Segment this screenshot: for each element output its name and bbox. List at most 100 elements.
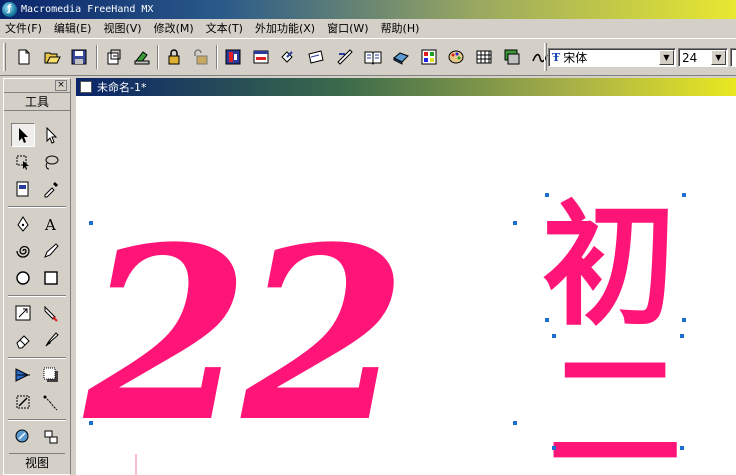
rectangle-tool[interactable] [39, 266, 63, 290]
menu-file[interactable]: 文件(F) [0, 19, 49, 38]
menu-text[interactable]: 文本(T) [201, 19, 250, 38]
chevron-down-icon[interactable]: ▼ [711, 50, 726, 65]
font-size-value: 24 [682, 50, 698, 65]
tools-separator [8, 206, 66, 208]
envelope-icon [308, 50, 324, 64]
grid-icon [476, 50, 492, 64]
document-icon [80, 81, 92, 93]
transform-button[interactable] [277, 46, 299, 68]
toolbar-separator [157, 45, 159, 69]
shadow-tool[interactable] [39, 363, 63, 387]
rectangle-icon [44, 271, 58, 285]
main-toolbar: Ŧ 宋体 ▼ 24 ▼ [0, 38, 736, 76]
brush-tool[interactable] [39, 328, 63, 352]
font-family-select[interactable]: Ŧ 宋体 ▼ [548, 48, 676, 67]
edit-envelope-icon [337, 49, 353, 65]
chevron-down-icon[interactable]: ▼ [659, 50, 674, 65]
eyedropper-icon [44, 182, 58, 198]
tools-panel-title: 工具 [4, 93, 70, 111]
toolbar-separator [96, 45, 98, 69]
unlock-icon [194, 49, 208, 65]
subselect-tool[interactable] [39, 123, 63, 147]
freeform-lasso-icon [45, 155, 59, 170]
character-er[interactable]: 二 [548, 334, 682, 475]
display-icon [504, 49, 520, 65]
font-style-select[interactable] [730, 48, 736, 67]
close-icon[interactable]: × [55, 80, 67, 91]
scale-tool[interactable] [11, 301, 35, 325]
window-title: Macromedia FreeHand MX [21, 4, 154, 15]
text-icon: A [44, 216, 56, 233]
page-icon [16, 181, 29, 197]
zoom-icon [15, 429, 29, 443]
import-button[interactable] [103, 46, 125, 68]
layers-button[interactable] [250, 46, 272, 68]
menu-modify[interactable]: 修改(M) [149, 19, 201, 38]
view-section-label: 视图 [9, 453, 65, 472]
drawing-canvas[interactable]: 22 初 二 [76, 96, 736, 475]
menu-xtras[interactable]: 外加功能(X) [250, 19, 322, 38]
brush-icon [45, 332, 59, 347]
eraser-tool[interactable] [11, 328, 35, 352]
document-title-bar[interactable]: 未命名-1* [76, 78, 736, 96]
font-size-select[interactable]: 24 ▼ [678, 48, 728, 67]
export-icon [134, 51, 150, 65]
edit-envelope-button[interactable] [334, 46, 356, 68]
knife-icon [44, 305, 58, 322]
eyedropper-tool[interactable] [39, 177, 63, 201]
pencil-tool[interactable] [39, 239, 63, 263]
tools-panel: × 工具 A 视图 [3, 78, 71, 475]
unlock-button[interactable] [190, 46, 212, 68]
export-button[interactable] [131, 46, 153, 68]
menu-bar: 文件(F) 编辑(E) 视图(V) 修改(M) 文本(T) 外加功能(X) 窗口… [0, 19, 736, 38]
hand-tool[interactable] [39, 425, 63, 449]
font-family-value: 宋体 [563, 51, 588, 65]
spiral-icon [16, 245, 30, 258]
tools-separator [8, 295, 66, 297]
lock-button[interactable] [163, 46, 185, 68]
menu-help[interactable]: 帮助(H) [376, 19, 427, 38]
freehand-app-icon[interactable]: ƒ [2, 2, 17, 17]
ellipse-tool[interactable] [11, 266, 35, 290]
library-button[interactable] [362, 46, 384, 68]
display-button[interactable] [501, 46, 523, 68]
document-title: 未命名-1* [97, 81, 147, 94]
new-document-button[interactable] [13, 46, 35, 68]
gradient-tool[interactable] [11, 363, 35, 387]
artwork: 22 初 二 [82, 188, 686, 475]
text-tool[interactable]: A [39, 212, 63, 236]
tools-panel-header[interactable]: × [4, 79, 70, 93]
connector-icon [43, 395, 58, 411]
save-button[interactable] [68, 46, 90, 68]
grid-button[interactable] [473, 46, 495, 68]
align-button[interactable] [222, 46, 244, 68]
menu-window[interactable]: 窗口(W) [322, 19, 375, 38]
pointer-icon [19, 128, 28, 143]
page-tool[interactable] [11, 177, 35, 201]
pen-tool[interactable] [11, 212, 35, 236]
zoom-tool[interactable] [11, 425, 35, 449]
toolbar-grip[interactable] [544, 43, 547, 71]
svg-text:A: A [44, 216, 56, 233]
trace-tool[interactable] [11, 390, 35, 414]
knife-tool[interactable] [39, 301, 63, 325]
scale-icon [15, 305, 31, 321]
tints-button[interactable] [445, 46, 467, 68]
pointer-tool[interactable] [11, 123, 35, 147]
new-icon [18, 49, 30, 65]
toolbar-grip[interactable] [3, 43, 6, 71]
freeform-lasso-tool[interactable] [39, 150, 63, 174]
open-button[interactable] [41, 46, 63, 68]
toolbar-separator [216, 45, 218, 69]
tools-separator [8, 419, 66, 421]
spiral-tool[interactable] [11, 239, 35, 263]
character-chu[interactable]: 初 [542, 188, 676, 344]
connector-tool[interactable] [39, 390, 63, 414]
menu-view[interactable]: 视图(V) [98, 19, 148, 38]
color-mixer-button[interactable] [390, 46, 412, 68]
envelope-button[interactable] [305, 46, 327, 68]
menu-edit[interactable]: 编辑(E) [49, 19, 99, 38]
lasso-tool[interactable] [11, 150, 35, 174]
numerals-22[interactable]: 22 [82, 196, 407, 475]
swatches-button[interactable] [418, 46, 440, 68]
